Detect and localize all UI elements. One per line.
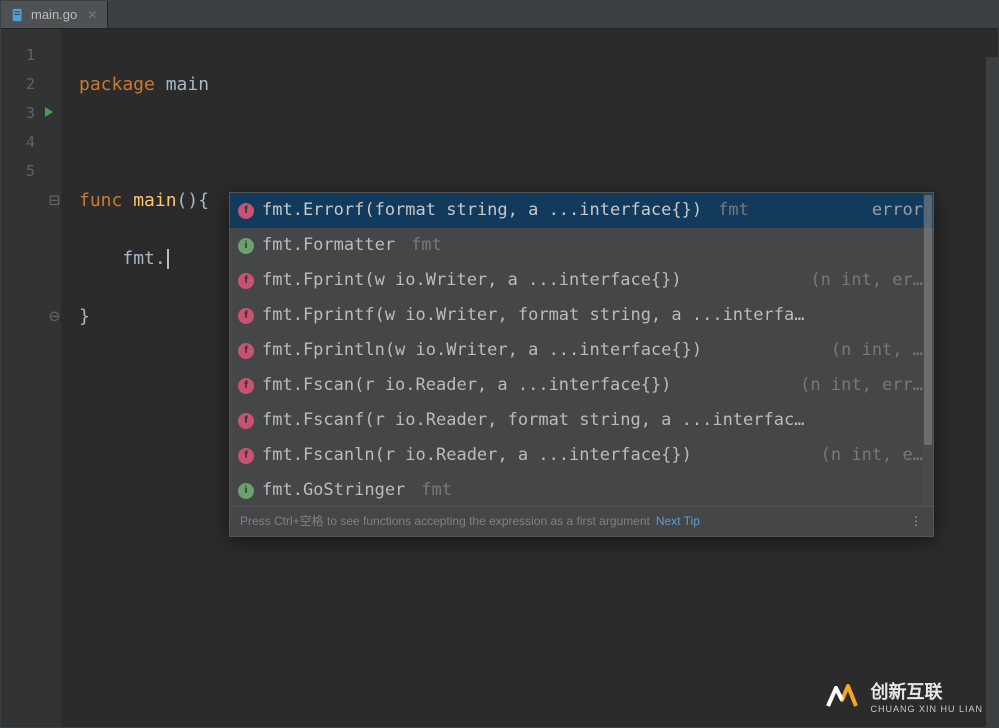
popup-scrollbar-thumb[interactable] — [924, 195, 932, 445]
completion-signature: fmt.Formatter — [262, 231, 395, 260]
tab-close-icon[interactable]: ✕ — [87, 8, 97, 22]
function-icon: f — [238, 203, 254, 219]
completion-signature: fmt.Fprint(w io.Writer, a ...interface{}… — [262, 266, 682, 295]
completion-package: fmt — [421, 476, 452, 505]
go-file-icon — [11, 8, 25, 22]
completion-return-type: (n int, … — [817, 336, 923, 365]
code-area[interactable]: package main ⊟func main(){ fmt. ⊖} ffmt.… — [61, 29, 998, 727]
editor-scrollbar[interactable] — [986, 57, 998, 727]
tab-bar: main.go ✕ — [1, 1, 998, 29]
completion-return-type: error — [858, 196, 923, 225]
watermark-sub: CHUANG XIN HU LIAN — [870, 704, 983, 714]
function-icon: f — [238, 343, 254, 359]
fold-end-icon[interactable]: ⊖ — [49, 302, 60, 331]
function-icon: f — [238, 413, 254, 429]
completion-item[interactable]: f fmt.Fscanf(r io.Reader, format string, … — [230, 403, 933, 438]
line-number: 1 — [1, 41, 61, 70]
code-line: package main — [79, 70, 998, 99]
watermark-logo-icon — [822, 676, 862, 716]
completion-signature: fmt.GoStringer — [262, 476, 405, 505]
completion-item[interactable]: f fmt.Fscan(r io.Reader, a ...interface{}… — [230, 368, 933, 403]
completion-item[interactable]: f fmt.Fprintf(w io.Writer, format string,… — [230, 298, 933, 333]
editor-body: 1 2 3 4 5 package main ⊟func main(){ fmt… — [1, 29, 998, 727]
popup-scrollbar-track[interactable] — [923, 193, 933, 506]
interface-icon: i — [238, 238, 254, 254]
completion-tip: Press Ctrl+空格 to see functions accepting… — [240, 507, 650, 536]
completion-signature: fmt.Fscan(r io.Reader, a ...interface{}) — [262, 371, 671, 400]
function-icon: f — [238, 273, 254, 289]
function-icon: f — [238, 378, 254, 394]
next-tip-link[interactable]: Next Tip — [656, 507, 700, 536]
file-tab[interactable]: main.go ✕ — [1, 1, 108, 28]
code-line — [79, 128, 998, 157]
text-caret — [167, 249, 169, 269]
completion-item[interactable]: i fmt.Formatter fmt — [230, 228, 933, 263]
gutter: 1 2 3 4 5 — [1, 29, 61, 727]
completion-popup: f fmt.Errorf(format string, a ...interfac… — [229, 192, 934, 537]
function-icon: f — [238, 448, 254, 464]
completion-signature: fmt.Errorf(format string, a ...interface… — [262, 196, 702, 225]
completion-return-type: (n int, er… — [796, 266, 923, 295]
completion-signature: fmt.Fscanln(r io.Reader, a ...interface{… — [262, 441, 692, 470]
line-number: 3 — [1, 99, 61, 128]
completion-signature: fmt.Fprintf(w io.Writer, format string, … — [262, 301, 804, 330]
completion-signature: fmt.Fprintln(w io.Writer, a ...interface… — [262, 336, 702, 365]
completion-package: fmt — [411, 231, 442, 260]
completion-item[interactable]: f fmt.Fprintln(w io.Writer, a ...interfac… — [230, 333, 933, 368]
completion-item[interactable]: f fmt.Errorf(format string, a ...interfac… — [230, 193, 933, 228]
line-number: 5 — [1, 157, 61, 186]
completion-return-type: (n int, err… — [786, 371, 923, 400]
completion-footer: Press Ctrl+空格 to see functions accepting… — [230, 506, 933, 536]
completion-package: fmt — [718, 196, 749, 225]
completion-list[interactable]: f fmt.Errorf(format string, a ...interfac… — [230, 193, 933, 506]
completion-item[interactable]: f fmt.Fscanln(r io.Reader, a ...interface… — [230, 438, 933, 473]
completion-item[interactable]: i fmt.GoStringer fmt — [230, 473, 933, 506]
line-number: 4 — [1, 128, 61, 157]
completion-menu-icon[interactable]: ⋮ — [910, 507, 923, 536]
run-gutter-icon[interactable] — [43, 106, 55, 118]
fold-minus-icon[interactable]: ⊟ — [49, 186, 60, 215]
watermark-brand: 创新互联 — [870, 682, 942, 702]
completion-item[interactable]: f fmt.Fprint(w io.Writer, a ...interface{… — [230, 263, 933, 298]
function-icon: f — [238, 308, 254, 324]
completion-signature: fmt.Fscanf(r io.Reader, format string, a… — [262, 406, 804, 435]
interface-icon: i — [238, 483, 254, 499]
line-number: 2 — [1, 70, 61, 99]
completion-return-type: (n int, e… — [807, 441, 923, 470]
editor-root: main.go ✕ 1 2 3 4 5 package main ⊟func m… — [0, 0, 999, 728]
watermark: 创新互联 CHUANG XIN HU LIAN — [822, 676, 983, 716]
tab-filename: main.go — [31, 7, 77, 22]
